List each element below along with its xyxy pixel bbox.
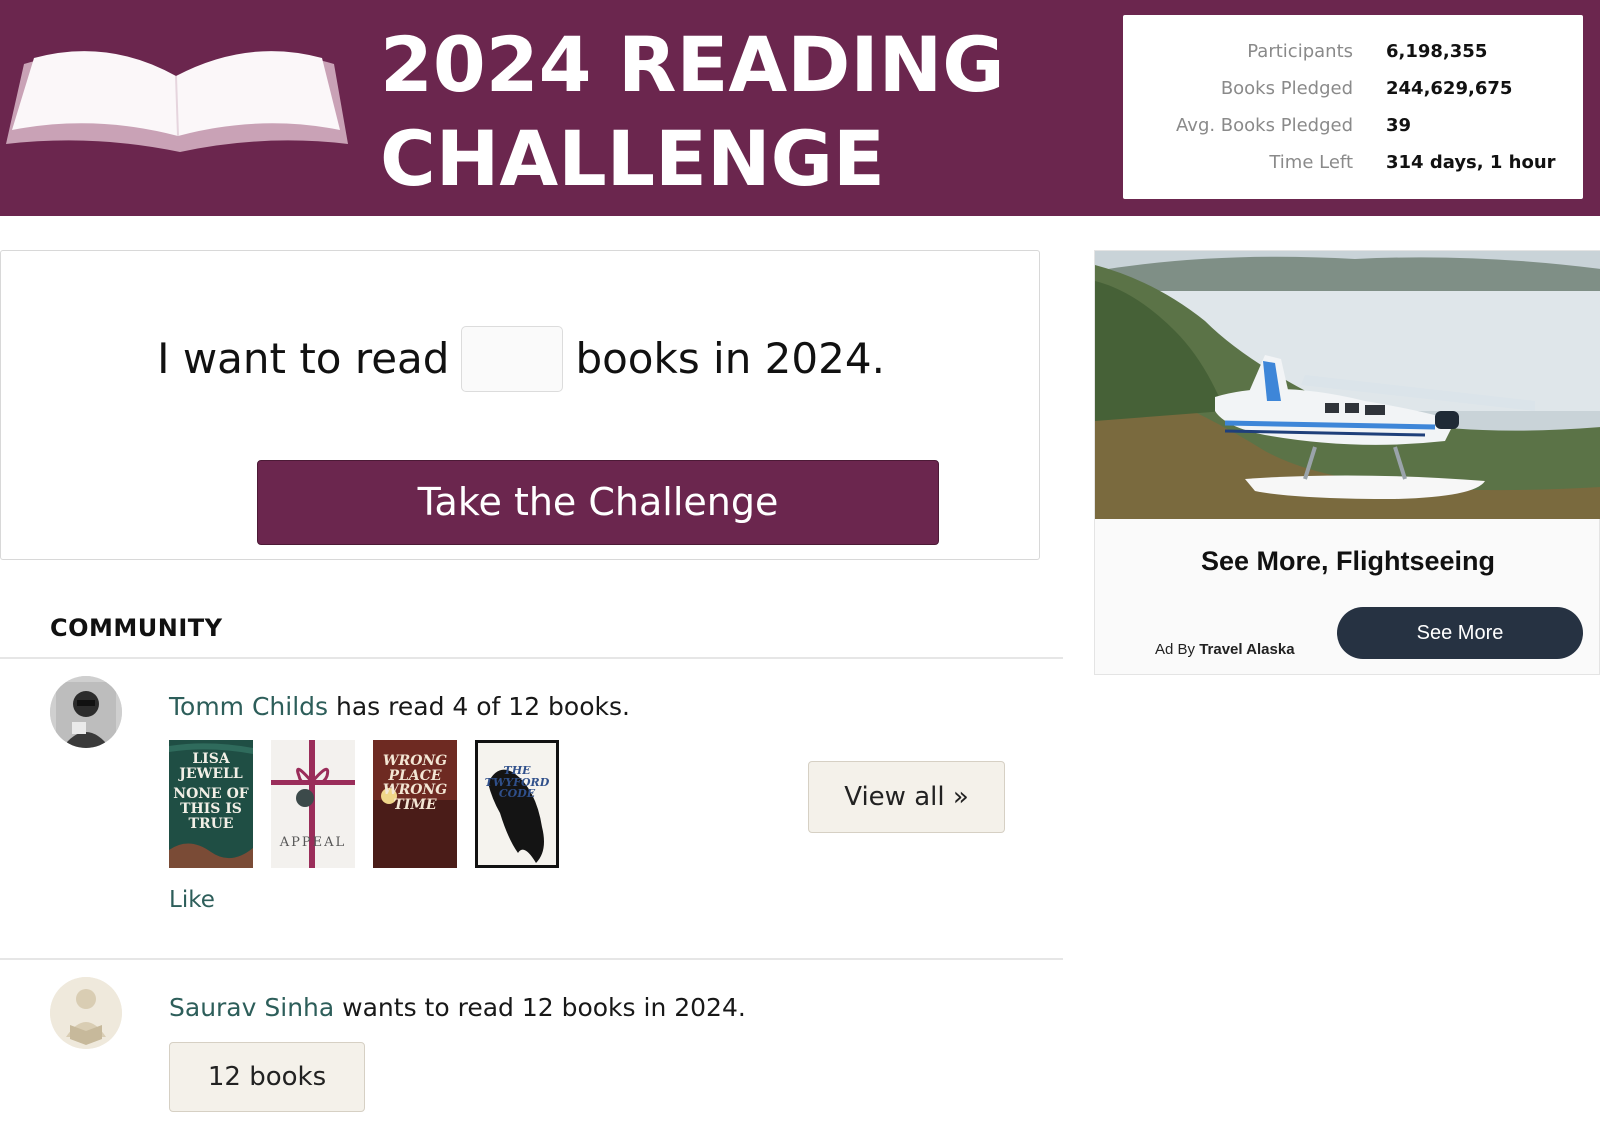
community-heading: COMMUNITY [50, 614, 223, 642]
user-photo-icon [50, 676, 122, 748]
stat-label: Time Left [1269, 152, 1353, 173]
avatar[interactable] [50, 676, 122, 748]
ad-attribution: Ad By Travel Alaska [1155, 641, 1295, 658]
cover-line: THE [503, 764, 531, 777]
challenge-banner: 2024 READING CHALLENGE Participants 6,19… [0, 0, 1600, 216]
book-cover[interactable]: WRONG PLACE WRONG TIME [373, 740, 457, 868]
ad-by-prefix: Ad By [1155, 641, 1196, 658]
stat-avg-books: Avg. Books Pledged 39 [1123, 111, 1583, 141]
cover-line: NONE OF [173, 786, 249, 803]
stat-time-left: Time Left 314 days, 1 hour [1123, 148, 1583, 178]
like-link[interactable]: Like [169, 887, 215, 913]
stat-value: 244,629,675 [1386, 78, 1513, 99]
stat-value: 6,198,355 [1386, 41, 1488, 62]
activity-description: has read 4 of 12 books. [336, 692, 630, 721]
book-cover[interactable]: LISA JEWELL NONE OF THIS IS TRUE [169, 740, 253, 868]
take-challenge-button[interactable]: Take the Challenge [257, 460, 939, 545]
book-cover[interactable]: THE TWYFORD CODE [475, 740, 559, 868]
challenge-stats: Participants 6,198,355 Books Pledged 244… [1123, 15, 1583, 199]
cover-line: PLACE [388, 767, 442, 784]
cover-line: JEWELL [179, 765, 243, 782]
view-all-button[interactable]: View all » [808, 761, 1005, 833]
stat-value: 39 [1386, 115, 1412, 136]
pledge-prefix: I want to read [157, 334, 450, 383]
divider [0, 657, 1063, 659]
cover-line: WRONG [382, 782, 448, 799]
cover-line: APPEAL [279, 835, 347, 850]
cover-line: CODE [498, 787, 536, 801]
stat-value: 314 days, 1 hour [1386, 152, 1556, 173]
ad-image[interactable] [1095, 251, 1600, 519]
book-cover[interactable]: APPEAL [271, 740, 355, 868]
cover-line: THIS IS [180, 801, 242, 818]
activity-text: Saurav Sinha wants to read 12 books in 2… [169, 993, 746, 1022]
page-title: 2024 READING CHALLENGE [380, 18, 1005, 206]
stat-books-pledged: Books Pledged 244,629,675 [1123, 74, 1583, 104]
cover-line: LISA [192, 751, 230, 767]
sidebar-ad: See More, Flightseeing Ad By Travel Alas… [1094, 250, 1600, 675]
goal-books-button[interactable]: 12 books [169, 1042, 365, 1112]
cover-line: WRONG [382, 753, 448, 769]
pledge-sentence: I want to read books in 2024. [1, 326, 1041, 392]
user-link[interactable]: Saurav Sinha [169, 993, 334, 1022]
ad-advertiser: Travel Alaska [1199, 641, 1295, 658]
stat-participants: Participants 6,198,355 [1123, 37, 1583, 67]
pledge-card: I want to read books in 2024. Take the Ch… [0, 250, 1040, 560]
see-more-button[interactable]: See More [1337, 607, 1583, 659]
cover-line: TIME [393, 797, 437, 814]
ad-headline[interactable]: See More, Flightseeing [1095, 546, 1600, 577]
cover-line: TRUE [188, 815, 234, 832]
seaplane-landscape-image [1095, 251, 1600, 519]
stat-label: Avg. Books Pledged [1176, 115, 1353, 136]
title-line-1: 2024 READING [380, 20, 1005, 109]
title-line-2: CHALLENGE [380, 114, 885, 203]
default-reader-avatar-icon [50, 977, 122, 1049]
book-cover-art [478, 743, 556, 865]
avatar[interactable] [50, 977, 122, 1049]
divider [0, 958, 1063, 960]
open-book-icon [6, 51, 348, 152]
stat-label: Books Pledged [1220, 78, 1353, 99]
pledge-count-input[interactable] [461, 326, 564, 392]
activity-text: Tomm Childs has read 4 of 12 books. [169, 692, 630, 721]
stat-label: Participants [1247, 41, 1353, 62]
pledge-suffix: books in 2024. [575, 334, 885, 383]
user-link[interactable]: Tomm Childs [169, 692, 328, 721]
activity-description: wants to read 12 books in 2024. [342, 993, 746, 1022]
